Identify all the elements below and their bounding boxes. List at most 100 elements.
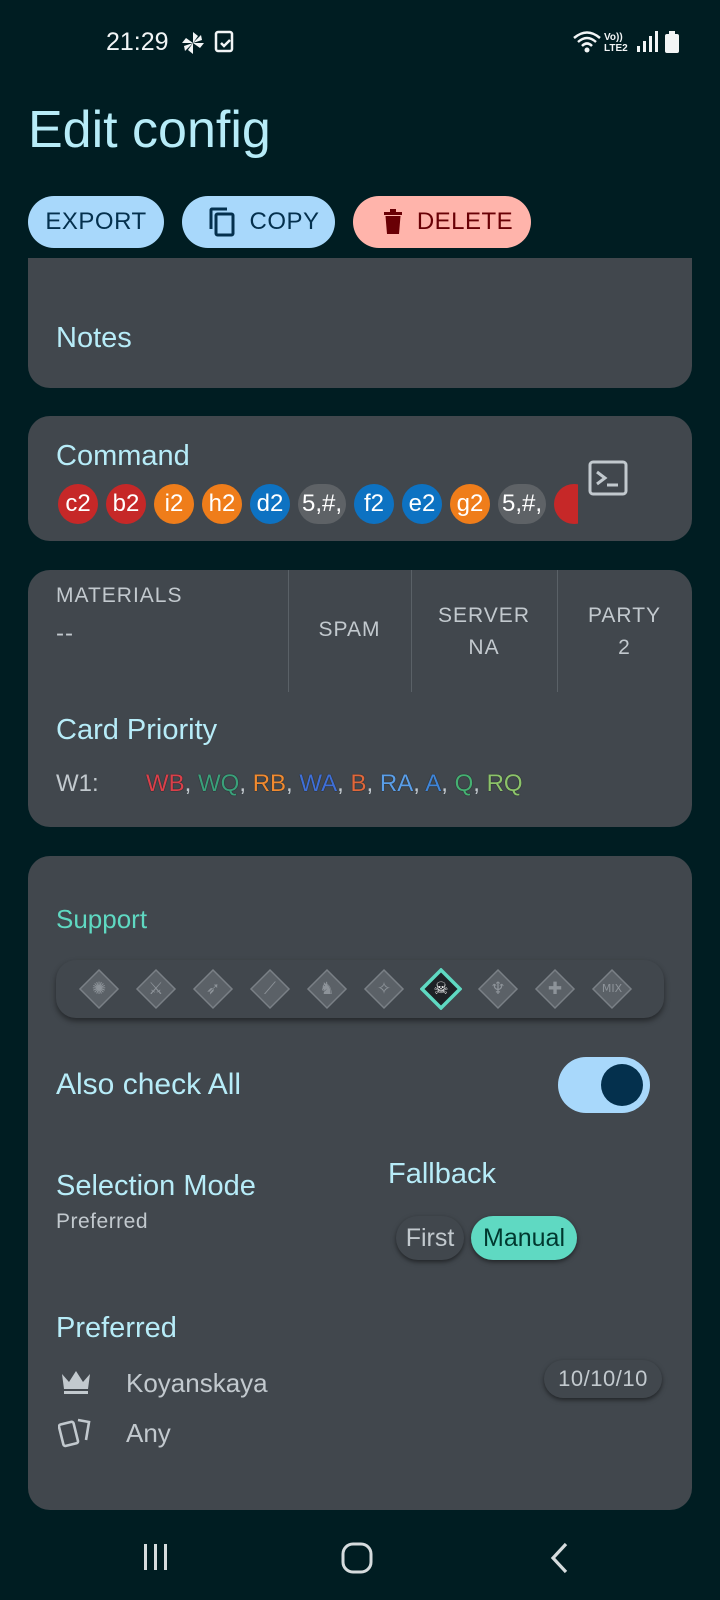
copy-button-label: COPY: [249, 208, 320, 235]
materials-cell[interactable]: MATERIALS --: [28, 570, 289, 692]
priority-separator: ,: [184, 770, 199, 797]
home-icon[interactable]: [340, 1541, 374, 1580]
screenshot-icon: [214, 30, 236, 59]
lancer-icon-glyph: ⟋: [264, 979, 276, 999]
priority-card: WB: [146, 770, 185, 797]
priority-card: A: [425, 770, 442, 797]
priority-separator: ,: [239, 770, 253, 797]
command-chips: c2 b2 i2 h2 d2 5,#, f2 e2 g2 5,#,: [58, 484, 578, 526]
berserker-icon-glyph: ♆: [490, 979, 506, 999]
fallback-first-option[interactable]: First: [396, 1216, 464, 1260]
spam-cell[interactable]: SPAM: [288, 570, 412, 692]
support-label: Support: [56, 904, 148, 934]
party-label: PARTY: [587, 604, 662, 627]
spam-label: SPAM: [318, 618, 381, 641]
status-bar: 21:29 Vo)) LTE2: [0, 0, 720, 88]
priority-separator: ,: [441, 770, 455, 797]
selection-mode-label[interactable]: Selection Mode: [56, 1170, 256, 1203]
delete-button[interactable]: DELETE: [353, 196, 531, 248]
signal-icon: [636, 30, 658, 59]
server-label: SERVER: [438, 604, 530, 627]
priority-separator: ,: [413, 770, 426, 797]
rider-icon-glyph: ♞: [319, 979, 335, 999]
recents-icon[interactable]: [140, 1541, 172, 1578]
command-card[interactable]: Command c2 b2 i2 h2 d2 5,#, f2 e2 g2 5,#,: [28, 416, 692, 541]
preferred-servant[interactable]: Koyanskaya: [126, 1368, 268, 1399]
lancer-icon[interactable]: ⟋: [249, 968, 291, 1010]
notes-label: Notes: [56, 322, 132, 354]
extra-class-icon-glyph: ✚: [547, 979, 563, 999]
navigation-bar: [0, 1515, 720, 1600]
servant-skill-level[interactable]: 10/10/10: [544, 1360, 662, 1398]
priority-card: Q: [454, 770, 474, 797]
fallback-manual-option[interactable]: Manual: [471, 1216, 577, 1260]
mix-label: MIX: [601, 982, 623, 995]
caster-icon-glyph: ✧: [376, 979, 392, 999]
command-chip: 5,#,: [498, 484, 547, 524]
support-class-strip: ✺ ⚔ ➶ ⟋ ♞ ✧ ☠ ♆ ✚ MIX: [56, 960, 664, 1018]
wave-label: W1:: [56, 770, 99, 797]
command-chip: b2: [106, 484, 146, 524]
fallback-label: Fallback: [388, 1158, 496, 1190]
rider-icon[interactable]: ♞: [306, 968, 348, 1010]
command-chip: f2: [354, 484, 395, 524]
priority-separator: ,: [366, 770, 380, 797]
archer-icon[interactable]: ➶: [192, 968, 234, 1010]
copy-icon: [209, 207, 235, 237]
copy-button[interactable]: COPY: [182, 196, 335, 248]
assassin-icon-glyph: ☠: [433, 979, 449, 999]
priority-card: RQ: [486, 770, 523, 797]
all-class-icon-glyph: ✺: [91, 979, 107, 999]
assassin-icon[interactable]: ☠: [419, 967, 463, 1011]
toggle-knob: [601, 1064, 643, 1106]
terminal-icon[interactable]: [588, 460, 628, 501]
info-card[interactable]: MATERIALS -- SPAM SERVER NA PARTY 2 Card…: [28, 570, 692, 827]
priority-separator: ,: [473, 770, 487, 797]
command-chip: i2: [154, 484, 194, 524]
selection-mode-value: Preferred: [56, 1210, 149, 1233]
priority-card: B: [350, 770, 367, 797]
extra-class-icon[interactable]: ✚: [534, 968, 576, 1010]
command-chip: e2: [402, 484, 443, 524]
command-label: Command: [56, 440, 190, 472]
command-chip: g2: [450, 484, 491, 524]
priority-separator: ,: [286, 770, 300, 797]
materials-value: --: [56, 620, 74, 647]
preferred-craft-essence[interactable]: Any: [126, 1418, 171, 1449]
trash-icon: [383, 209, 402, 234]
priority-card: RB: [252, 770, 287, 797]
command-chip: h2: [202, 484, 242, 524]
command-chip: d2: [250, 484, 290, 524]
party-value: 2: [618, 636, 631, 659]
command-chip: c2: [58, 484, 98, 524]
command-chip: [554, 484, 578, 524]
server-cell[interactable]: SERVER NA: [411, 570, 558, 692]
craft-essence-icon: [57, 1416, 96, 1453]
server-value: NA: [468, 636, 500, 659]
saber-icon[interactable]: ⚔: [135, 968, 177, 1010]
priority-card: WQ: [198, 770, 240, 797]
export-button[interactable]: EXPORT: [28, 196, 164, 248]
priority-card: WA: [299, 770, 338, 797]
command-chip: 5,#,: [298, 484, 347, 524]
also-check-all-label: Also check All: [56, 1068, 242, 1101]
party-cell[interactable]: PARTY 2: [557, 570, 692, 692]
support-card: Support ✺ ⚔ ➶ ⟋ ♞ ✧ ☠ ♆ ✚ MIX Also check All Sele…: [28, 856, 692, 1510]
notes-card[interactable]: Notes: [28, 258, 692, 388]
materials-label: MATERIALS: [56, 584, 183, 607]
delete-button-label: DELETE: [416, 208, 514, 235]
caster-icon[interactable]: ✧: [363, 968, 405, 1010]
preferred-label: Preferred: [56, 1312, 177, 1344]
battery-icon: [664, 30, 680, 59]
also-check-all-toggle[interactable]: [558, 1057, 650, 1113]
mix-icon[interactable]: MIX: [591, 968, 633, 1010]
back-icon[interactable]: [548, 1541, 572, 1580]
berserker-icon[interactable]: ♆: [477, 968, 519, 1010]
page-title: Edit config: [28, 101, 271, 159]
archer-icon-glyph: ➶: [205, 979, 221, 999]
wifi-icon: [572, 30, 602, 59]
volte-icon: Vo)) LTE2: [604, 32, 628, 54]
all-class-icon[interactable]: ✺: [78, 968, 120, 1010]
clock: 21:29: [106, 28, 169, 56]
saber-icon-glyph: ⚔: [148, 979, 164, 999]
